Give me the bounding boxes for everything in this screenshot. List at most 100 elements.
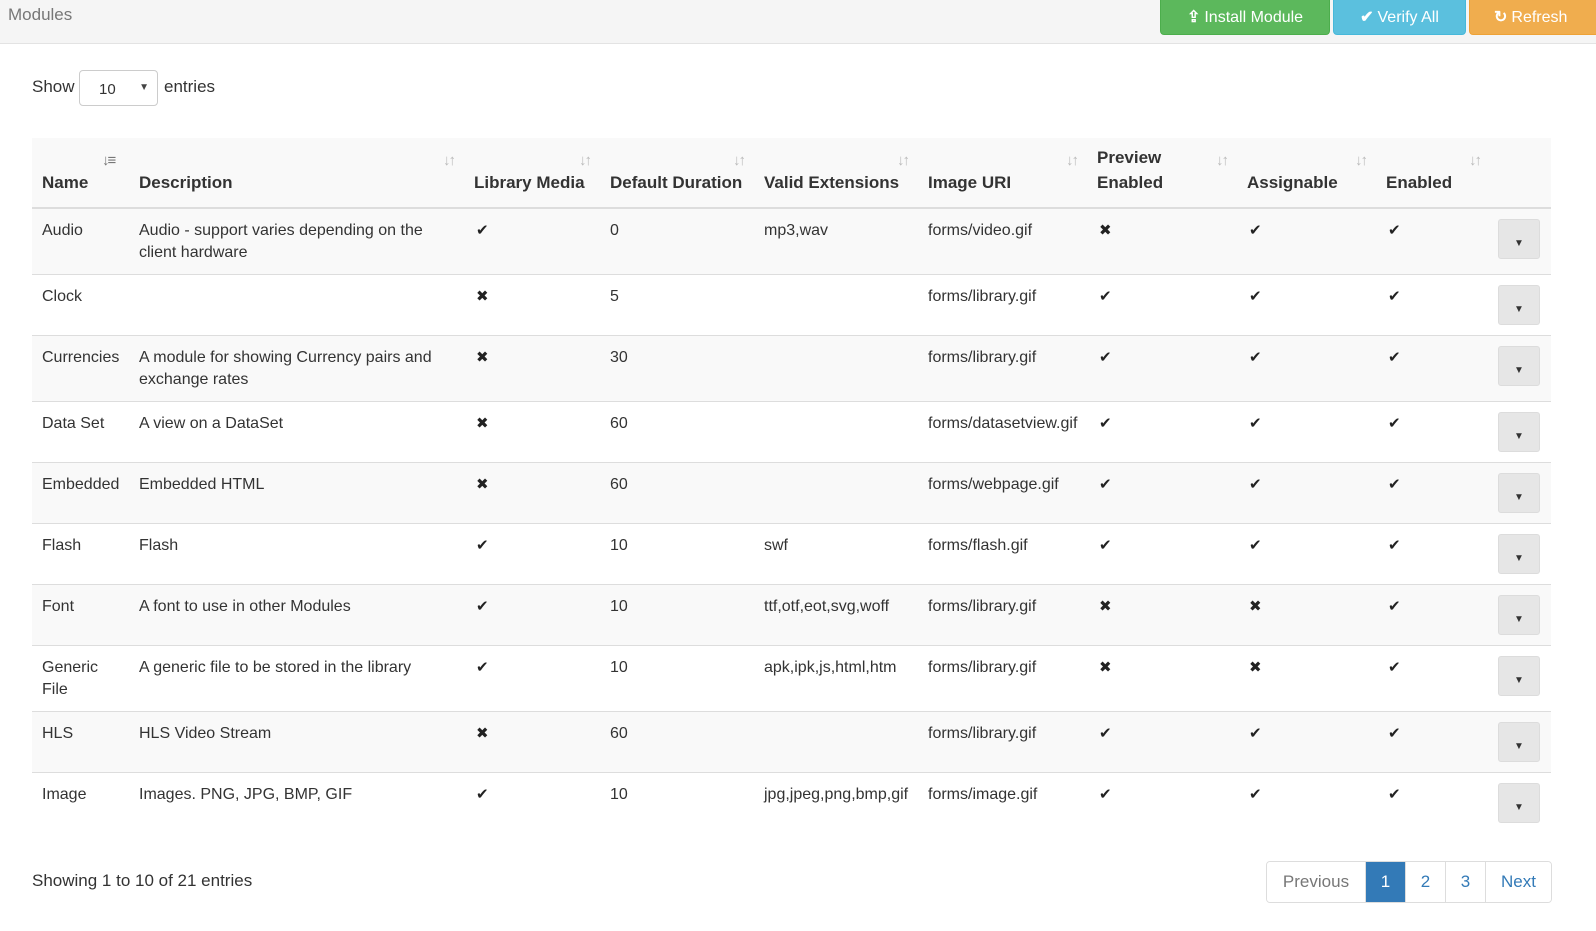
cell-valid-extensions (754, 273, 918, 335)
page-length-value: 10 (99, 81, 116, 98)
cell-assignable: ✖ (1237, 644, 1376, 711)
cell-actions: ▼ (1490, 583, 1551, 645)
table-row: Generic File A generic file to be stored… (32, 644, 1551, 711)
pagination-page-2[interactable]: 2 (1405, 862, 1445, 902)
table-row: Embedded Embedded HTML ✖ 60 forms/webpag… (32, 461, 1551, 523)
pagination-page-1[interactable]: 1 (1365, 862, 1405, 902)
cell-assignable: ✔ (1237, 400, 1376, 462)
pagination-page-3[interactable]: 3 (1445, 862, 1485, 902)
col-header-valid-extensions[interactable]: ↓↑ Valid Extensions (754, 138, 918, 209)
col-header-assignable[interactable]: ↓↑ Assignable (1237, 138, 1376, 209)
row-actions-dropdown-button[interactable]: ▼ (1498, 594, 1540, 635)
row-actions-dropdown-button[interactable]: ▼ (1498, 655, 1540, 696)
cell-library-media: ✖ (464, 400, 600, 462)
cell-valid-extensions (754, 461, 918, 523)
cell-valid-extensions (754, 710, 918, 772)
table-row: Data Set A view on a DataSet ✖ 60 forms/… (32, 400, 1551, 462)
row-actions-dropdown-button[interactable]: ▼ (1498, 284, 1540, 325)
show-label: Show (32, 77, 75, 96)
cell-image-uri: forms/library.gif (918, 710, 1087, 772)
cell-image-uri: forms/library.gif (918, 273, 1087, 335)
cell-description: Images. PNG, JPG, BMP, GIF (129, 771, 464, 833)
cell-library-media: ✖ (464, 461, 600, 523)
install-module-label: Install Module (1204, 9, 1304, 26)
col-header-description[interactable]: ↓↑ Description (129, 138, 464, 209)
cell-preview-enabled: ✔ (1087, 522, 1237, 584)
cell-assignable: ✔ (1237, 771, 1376, 833)
cell-actions: ▼ (1490, 771, 1551, 833)
cell-preview-enabled: ✔ (1087, 334, 1237, 401)
cell-actions: ▼ (1490, 644, 1551, 711)
col-header-image-uri[interactable]: ↓↑ Image URI (918, 138, 1087, 209)
cell-image-uri: forms/image.gif (918, 771, 1087, 833)
cell-enabled: ✔ (1376, 771, 1490, 833)
row-actions-dropdown-button[interactable]: ▼ (1498, 721, 1540, 762)
cell-default-duration: 10 (600, 644, 754, 711)
col-header-enabled[interactable]: ↓↑ Enabled (1376, 138, 1490, 209)
sort-asc-icon: ↓≡ (102, 152, 116, 169)
verify-all-button[interactable]: ✔ Verify All (1333, 0, 1466, 35)
cell-name: Clock (32, 273, 129, 335)
cell-description: A font to use in other Modules (129, 583, 464, 645)
cell-description: A view on a DataSet (129, 400, 464, 462)
cell-assignable: ✔ (1237, 710, 1376, 772)
cell-image-uri: forms/flash.gif (918, 522, 1087, 584)
row-actions-dropdown-button[interactable]: ▼ (1498, 411, 1540, 452)
cell-preview-enabled: ✖ (1087, 583, 1237, 645)
cell-default-duration: 30 (600, 334, 754, 401)
sort-icon: ↓↑ (1066, 152, 1079, 169)
cell-actions: ▼ (1490, 461, 1551, 523)
cell-name: Data Set (32, 400, 129, 462)
row-actions-dropdown-button[interactable]: ▼ (1498, 219, 1540, 259)
caret-down-icon: ▼ (1514, 491, 1524, 503)
row-actions-dropdown-button[interactable]: ▼ (1498, 782, 1540, 823)
cell-default-duration: 10 (600, 522, 754, 584)
row-actions-dropdown-button[interactable]: ▼ (1498, 472, 1540, 513)
cell-name: Image (32, 771, 129, 833)
cell-image-uri: forms/library.gif (918, 644, 1087, 711)
cell-enabled: ✔ (1376, 400, 1490, 462)
row-actions-dropdown-button[interactable]: ▼ (1498, 533, 1540, 574)
cell-preview-enabled: ✔ (1087, 400, 1237, 462)
cell-valid-extensions: swf (754, 522, 918, 584)
cell-actions: ▼ (1490, 273, 1551, 335)
cell-enabled: ✔ (1376, 583, 1490, 645)
col-header-name[interactable]: ↓≡ Name (32, 138, 129, 209)
cell-default-duration: 10 (600, 771, 754, 833)
caret-down-icon: ▼ (1514, 364, 1524, 376)
cell-library-media: ✖ (464, 334, 600, 401)
cell-actions: ▼ (1490, 207, 1551, 274)
pagination-next[interactable]: Next (1485, 862, 1551, 902)
sort-icon: ↓↑ (1469, 152, 1482, 169)
row-actions-dropdown-button[interactable]: ▼ (1498, 345, 1540, 386)
refresh-button[interactable]: ↻ Refresh (1469, 0, 1596, 35)
cell-name: Embedded (32, 461, 129, 523)
cell-library-media: ✔ (464, 207, 600, 274)
cell-name: Audio (32, 207, 129, 274)
refresh-label: Refresh (1511, 9, 1568, 26)
page-length-select[interactable]: 10 ▼ (79, 70, 158, 106)
pagination-previous[interactable]: Previous (1267, 862, 1365, 902)
col-header-library-media[interactable]: ↓↑ Library Media (464, 138, 600, 209)
install-module-button[interactable]: ⇪ Install Module (1160, 0, 1330, 35)
cell-enabled: ✔ (1376, 273, 1490, 335)
cell-description: Audio - support varies depending on the … (129, 207, 464, 274)
cell-valid-extensions (754, 334, 918, 401)
pagination: Previous 1 2 3 Next (1266, 861, 1552, 903)
cell-assignable: ✔ (1237, 273, 1376, 335)
cell-library-media: ✔ (464, 522, 600, 584)
cell-name: HLS (32, 710, 129, 772)
caret-down-icon: ▼ (1514, 801, 1524, 813)
col-header-actions (1490, 138, 1551, 209)
cell-default-duration: 60 (600, 710, 754, 772)
refresh-icon: ↻ (1494, 9, 1508, 26)
caret-down-icon: ▼ (1514, 552, 1524, 564)
col-header-preview-enabled[interactable]: ↓↑ Preview Enabled (1087, 138, 1237, 209)
cell-default-duration: 0 (600, 207, 754, 274)
cell-valid-extensions: apk,ipk,js,html,htm (754, 644, 918, 711)
col-header-default-duration[interactable]: ↓↑ Default Duration (600, 138, 754, 209)
table-row: Image Images. PNG, JPG, BMP, GIF ✔ 10 jp… (32, 771, 1551, 833)
table-row: Flash Flash ✔ 10 swf forms/flash.gif ✔ ✔… (32, 522, 1551, 584)
sort-icon: ↓↑ (579, 152, 592, 169)
cell-description (129, 273, 464, 335)
